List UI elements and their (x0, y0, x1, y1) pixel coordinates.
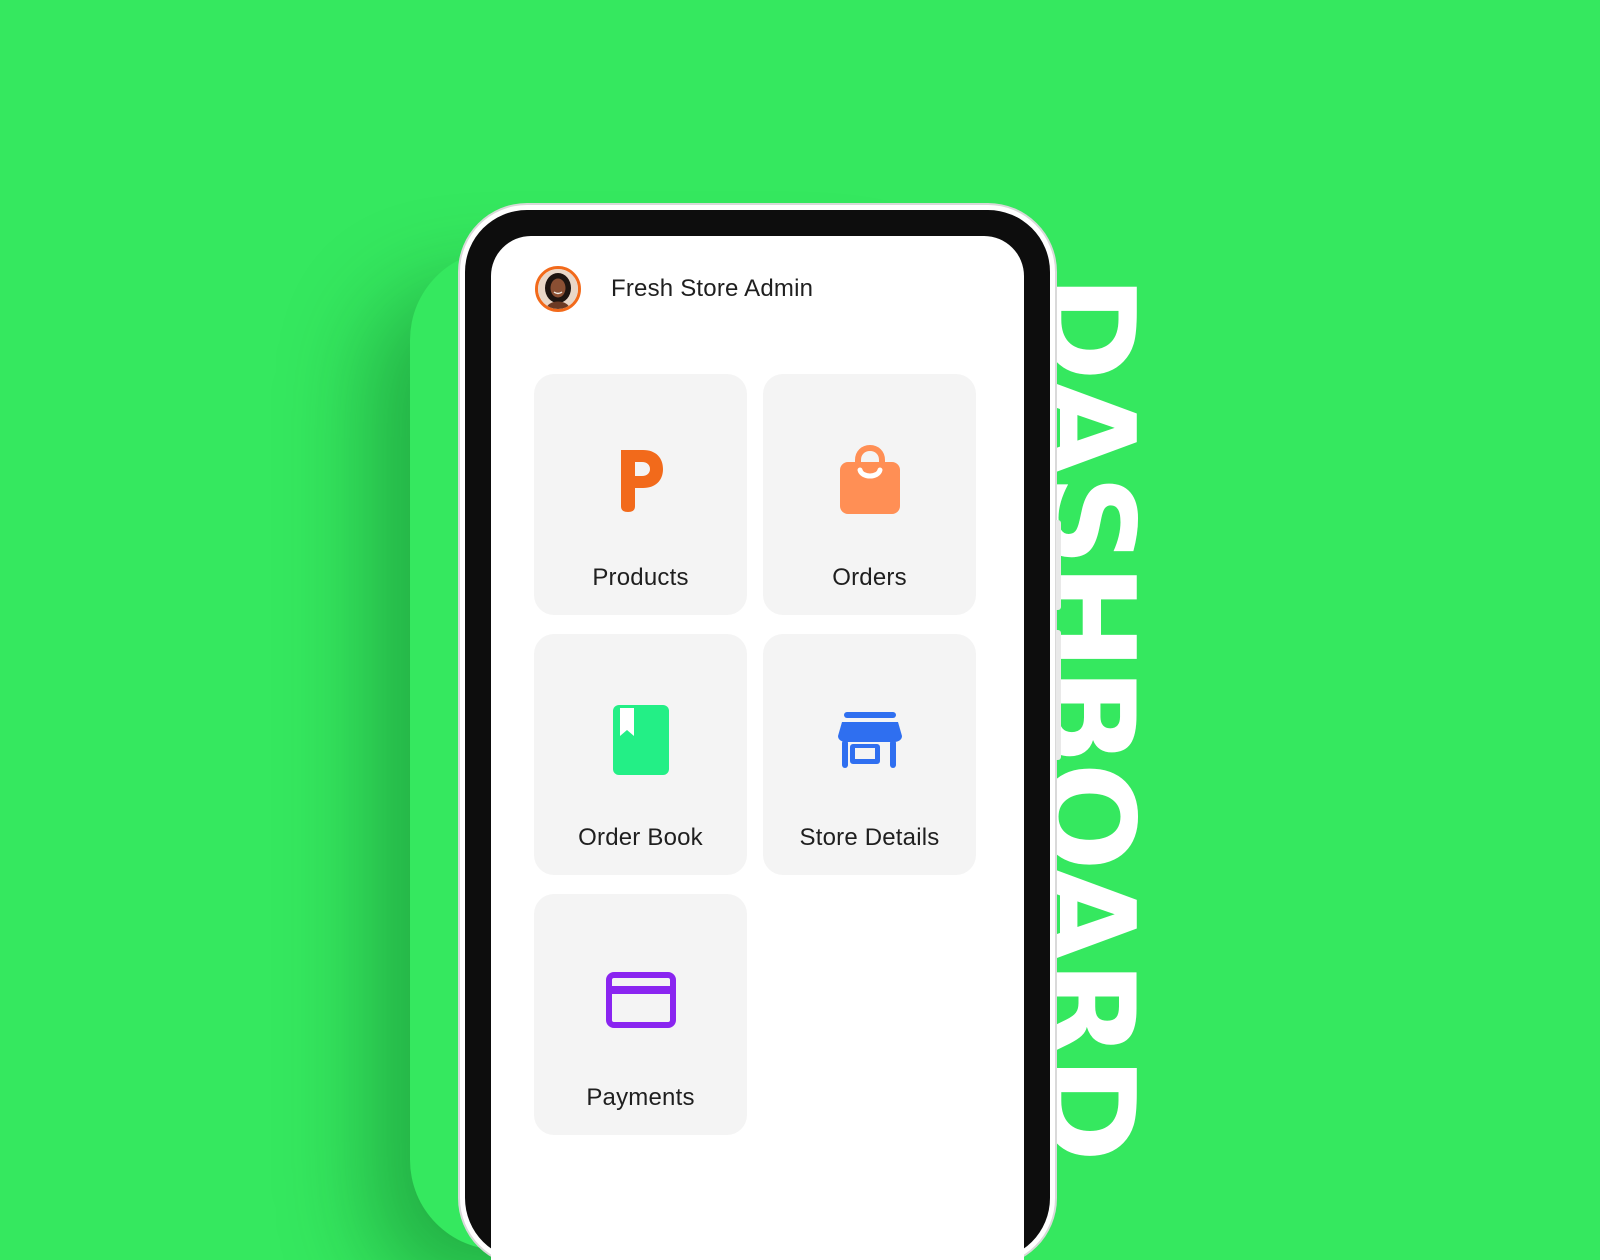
tile-products[interactable]: Products (534, 374, 747, 615)
product-p-icon (601, 440, 681, 520)
storefront-icon (830, 700, 910, 780)
credit-card-icon (601, 960, 681, 1040)
tile-label: Orders (832, 564, 907, 591)
phone-volume-button (1056, 630, 1061, 760)
tile-label: Store Details (799, 824, 940, 851)
bookmark-book-icon (601, 700, 681, 780)
phone-frame: Fresh Store Admin Products Orders Order … (465, 210, 1061, 1260)
avatar-photo-icon (538, 269, 578, 309)
shopping-bag-icon (830, 440, 910, 520)
tile-label: Products (592, 564, 689, 591)
phone-power-button (1056, 520, 1061, 610)
tile-label: Payments (586, 1084, 695, 1111)
tile-label: Order Book (578, 824, 703, 851)
tile-payments[interactable]: Payments (534, 894, 747, 1135)
app-header: Fresh Store Admin (535, 266, 813, 312)
app-screen: Fresh Store Admin Products Orders Order … (491, 236, 1024, 1260)
tile-orders[interactable]: Orders (763, 374, 976, 615)
tile-store-details[interactable]: Store Details (763, 634, 976, 875)
avatar[interactable] (535, 266, 581, 312)
tile-order-book[interactable]: Order Book (534, 634, 747, 875)
admin-name: Fresh Store Admin (611, 275, 814, 302)
